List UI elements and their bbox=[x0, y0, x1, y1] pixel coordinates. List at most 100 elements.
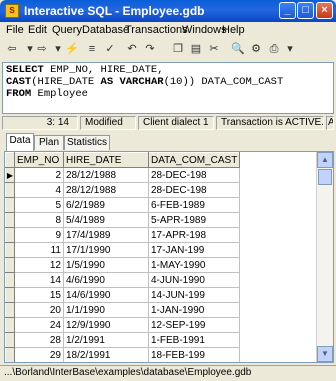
table-cell[interactable]: 17/1/1990 bbox=[63, 242, 149, 258]
table-cell[interactable]: 12 bbox=[14, 257, 64, 273]
table-cell[interactable]: 1/2/1991 bbox=[63, 332, 149, 348]
table-cell[interactable]: 1/5/1990 bbox=[63, 257, 149, 273]
table-row[interactable]: 14 4/6/1990 4-JUN-1990 bbox=[5, 272, 241, 288]
menu-help[interactable]: Help bbox=[222, 24, 245, 36]
table-cell[interactable]: 14/6/1990 bbox=[63, 287, 149, 303]
data-grid[interactable]: EMP_NO HIRE_DATE DATA_COM_CAST ▶ 2 28/12/1… bbox=[4, 151, 334, 363]
table-cell[interactable]: 14 bbox=[14, 272, 64, 288]
row-indicator[interactable] bbox=[5, 212, 15, 228]
table-cell[interactable]: 28/12/1988 bbox=[63, 182, 149, 198]
table-cell[interactable]: 28-DEC-198 bbox=[148, 182, 241, 198]
table-cell[interactable]: 21-MAR-199 bbox=[149, 363, 240, 364]
table-cell[interactable]: 29 bbox=[14, 347, 64, 362]
table-cell[interactable]: 9 bbox=[14, 227, 64, 243]
table-cell[interactable]: 14-JUN-199 bbox=[148, 287, 241, 303]
row-indicator[interactable] bbox=[5, 242, 15, 258]
vertical-scrollbar[interactable]: ▲ ▼ bbox=[316, 152, 333, 362]
query-back-icon[interactable]: ⇦ bbox=[4, 41, 20, 58]
table-cell[interactable]: 17-APR-198 bbox=[148, 227, 241, 243]
column-header[interactable]: HIRE_DATE bbox=[63, 152, 149, 168]
table-row[interactable]: 15 14/6/1990 14-JUN-199 bbox=[5, 287, 241, 303]
copy-icon[interactable]: ❐ bbox=[170, 41, 186, 58]
table-row[interactable]: 20 1/1/1990 1-JAN-1990 bbox=[5, 302, 241, 318]
execute-query-icon[interactable]: ⚡ bbox=[64, 41, 80, 58]
column-header[interactable]: EMP_NO bbox=[14, 152, 64, 168]
table-cell[interactable]: 5/4/1989 bbox=[63, 212, 149, 228]
paste-icon[interactable]: ▤ bbox=[188, 41, 204, 58]
row-indicator[interactable] bbox=[5, 287, 15, 303]
table-cell[interactable]: 4-JUN-1990 bbox=[148, 272, 241, 288]
table-cell[interactable]: 12/9/1990 bbox=[63, 317, 149, 333]
table-cell[interactable]: 21/3/1991 bbox=[64, 363, 149, 364]
table-row[interactable]: 8 5/4/1989 5-APR-1989 bbox=[5, 212, 241, 228]
find-icon[interactable]: 🔍 bbox=[230, 41, 246, 58]
minimize-button[interactable]: _ bbox=[279, 2, 296, 19]
table-cell[interactable]: 4 bbox=[14, 182, 64, 198]
table-cell[interactable]: 12-SEP-199 bbox=[148, 317, 241, 333]
table-cell[interactable]: 17/4/1989 bbox=[63, 227, 149, 243]
options-icon[interactable]: ⚙ bbox=[248, 41, 264, 58]
table-cell[interactable]: 8 bbox=[14, 212, 64, 228]
table-cell[interactable]: 34 bbox=[15, 363, 64, 364]
table-row[interactable]: 29 18/2/1991 18-FEB-199 bbox=[5, 347, 241, 362]
row-indicator[interactable] bbox=[5, 332, 15, 348]
close-button[interactable]: × bbox=[316, 2, 333, 19]
table-cell[interactable]: 18/2/1991 bbox=[63, 347, 149, 362]
row-indicator[interactable] bbox=[5, 182, 15, 198]
table-cell[interactable]: 1/1/1990 bbox=[63, 302, 149, 318]
table-cell[interactable]: 20 bbox=[14, 302, 64, 318]
menu-windows[interactable]: Windows bbox=[182, 24, 227, 36]
table-cell[interactable]: 28 bbox=[14, 332, 64, 348]
maximize-button[interactable]: □ bbox=[297, 2, 314, 19]
scroll-down-icon[interactable]: ▼ bbox=[317, 346, 333, 362]
row-indicator[interactable] bbox=[5, 302, 15, 318]
table-cell[interactable]: 1-JAN-1990 bbox=[148, 302, 241, 318]
table-cell[interactable]: 28/12/1988 bbox=[63, 167, 149, 183]
table-cell[interactable]: 2 bbox=[14, 167, 64, 183]
table-cell[interactable]: 5 bbox=[14, 197, 64, 213]
row-indicator[interactable] bbox=[5, 197, 15, 213]
row-indicator[interactable] bbox=[6, 363, 15, 364]
current-row-indicator-icon[interactable]: ▶ bbox=[5, 167, 15, 183]
table-cell[interactable]: 6/2/1989 bbox=[63, 197, 149, 213]
commit-icon[interactable]: ✓ bbox=[102, 41, 118, 58]
table-row[interactable]: 11 17/1/1990 17-JAN-199 bbox=[5, 242, 241, 258]
table-cell[interactable]: 17-JAN-199 bbox=[148, 242, 241, 258]
tab-plan[interactable]: Plan bbox=[34, 135, 64, 150]
cut-icon[interactable]: ✂ bbox=[206, 41, 222, 58]
sql-editor[interactable]: SELECT EMP_NO, HIRE_DATE, CAST(HIRE_DATE… bbox=[2, 62, 334, 114]
table-cell[interactable]: 1-FEB-1991 bbox=[148, 332, 241, 348]
tab-statistics[interactable]: Statistics bbox=[64, 135, 110, 150]
table-row[interactable]: 5 6/2/1989 6-FEB-1989 bbox=[5, 197, 241, 213]
menu-edit[interactable]: Edit bbox=[28, 24, 47, 36]
table-row[interactable]: 28 1/2/1991 1-FEB-1991 bbox=[5, 332, 241, 348]
menu-transactions[interactable]: Transactions bbox=[125, 24, 188, 36]
row-indicator[interactable] bbox=[5, 257, 15, 273]
dropdown-arrow-icon[interactable]: ▾ bbox=[282, 41, 298, 58]
table-row[interactable]: 9 17/4/1989 17-APR-198 bbox=[5, 227, 241, 243]
table-row[interactable]: 12 1/5/1990 1-MAY-1990 bbox=[5, 257, 241, 273]
table-cell[interactable]: 28-DEC-198 bbox=[148, 167, 241, 183]
menu-file[interactable]: File bbox=[6, 24, 24, 36]
table-cell[interactable]: 5-APR-1989 bbox=[148, 212, 241, 228]
query-next-icon[interactable]: ⇨ bbox=[34, 41, 50, 58]
prepare-icon[interactable]: ≡ bbox=[84, 41, 100, 58]
tab-data[interactable]: Data bbox=[6, 133, 34, 151]
print-icon[interactable]: ⎙ bbox=[266, 41, 282, 58]
table-cell[interactable]: 4/6/1990 bbox=[63, 272, 149, 288]
table-cell[interactable]: 6-FEB-1989 bbox=[148, 197, 241, 213]
row-indicator[interactable] bbox=[5, 347, 15, 362]
table-cell[interactable]: 1-MAY-1990 bbox=[148, 257, 241, 273]
scroll-up-icon[interactable]: ▲ bbox=[317, 152, 333, 168]
table-row[interactable]: 3421/3/199121-MAR-199 bbox=[6, 363, 240, 364]
table-cell[interactable]: 24 bbox=[14, 317, 64, 333]
row-indicator[interactable] bbox=[5, 227, 15, 243]
table-row[interactable]: 24 12/9/1990 12-SEP-199 bbox=[5, 317, 241, 333]
table-row[interactable]: 4 28/12/1988 28-DEC-198 bbox=[5, 182, 241, 198]
table-cell[interactable]: 18-FEB-199 bbox=[148, 347, 241, 362]
table-cell[interactable]: 15 bbox=[14, 287, 64, 303]
table-cell[interactable]: 11 bbox=[14, 242, 64, 258]
row-indicator[interactable] bbox=[5, 317, 15, 333]
redo-icon[interactable]: ↷ bbox=[142, 41, 158, 58]
scroll-thumb[interactable] bbox=[318, 169, 332, 185]
